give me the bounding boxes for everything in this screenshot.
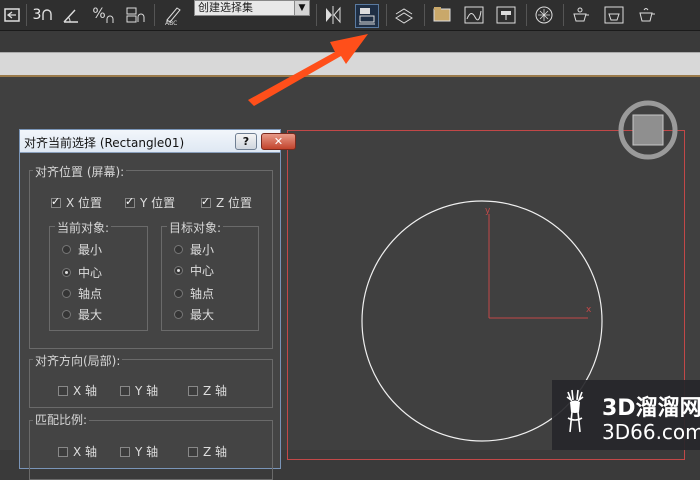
current-max-label: 最大 (78, 308, 103, 322)
scale-z-label: Z 轴 (203, 445, 228, 459)
dialog-title: 对齐当前选择 (Rectangle01) (24, 136, 185, 150)
target-pivot-radio[interactable]: 轴点 (174, 285, 214, 302)
deer-logo-icon (566, 389, 584, 433)
align-selection-dialog: 对齐当前选择 (Rectangle01) ? ✕ 对齐位置 (屏幕): X 位置… (19, 129, 296, 480)
orient-x-check[interactable] (58, 385, 68, 396)
spinner-snap-icon[interactable] (124, 4, 146, 26)
y-position-label: Y 位置 (140, 196, 176, 210)
current-min-radio[interactable]: 最小 (62, 241, 102, 258)
help-button[interactable]: ? (235, 133, 257, 150)
target-center-radio[interactable]: 中心 (174, 262, 214, 279)
rendered-frame-window-icon[interactable] (603, 4, 625, 26)
gizmo-x-label: x (586, 305, 592, 315)
current-min-dot[interactable] (62, 245, 71, 254)
current-pivot-radio[interactable]: 轴点 (62, 285, 102, 302)
chevron-down-icon[interactable]: ▼ (294, 1, 309, 15)
target-max-label: 最大 (190, 308, 215, 322)
target-min-dot[interactable] (174, 245, 183, 254)
target-object-label: 目标对象: (167, 219, 224, 236)
curve-editor-icon[interactable] (463, 4, 485, 26)
layer-manager-icon[interactable] (393, 4, 415, 26)
scale-z-checkbox[interactable]: Z 轴 (188, 443, 227, 460)
orient-z-check[interactable] (188, 385, 198, 396)
named-selection-set-dropdown[interactable]: 创建选择集 ▼ (194, 0, 310, 16)
scale-y-label: Y 轴 (135, 445, 159, 459)
current-center-dot[interactable] (62, 268, 71, 277)
scale-z-check[interactable] (188, 446, 198, 457)
y-position-check[interactable] (125, 195, 135, 208)
current-object-label: 当前对象: (55, 219, 112, 236)
watermark-subtitle: 3D66.com (602, 420, 700, 444)
current-pivot-label: 轴点 (78, 287, 103, 301)
target-center-label: 中心 (190, 264, 215, 278)
orient-y-check[interactable] (120, 385, 130, 396)
align-icon[interactable] (355, 4, 379, 28)
ribbon-strip (0, 52, 700, 77)
target-center-dot[interactable] (174, 266, 183, 275)
x-position-label: X 位置 (66, 196, 103, 210)
target-max-radio[interactable]: 最大 (174, 306, 214, 323)
current-min-label: 最小 (78, 243, 103, 257)
undo-icon[interactable] (2, 4, 24, 26)
target-min-label: 最小 (190, 243, 215, 257)
orient-z-label: Z 轴 (203, 384, 228, 398)
main-toolbar: 3 % ABC 创建选择集 ▼ (0, 0, 700, 31)
z-position-label: Z 位置 (216, 196, 253, 210)
snap-3d-icon (42, 9, 53, 20)
orient-x-label: X 轴 (73, 384, 98, 398)
render-setup-icon[interactable] (570, 4, 592, 26)
percent-snap-icon[interactable]: % (92, 4, 114, 26)
scale-x-check[interactable] (58, 446, 68, 457)
edit-named-selection-icon[interactable]: ABC (162, 4, 184, 27)
z-position-check[interactable] (201, 195, 211, 208)
snap-3d-label: 3 (32, 7, 42, 23)
match-scale-label: 匹配比例: (33, 411, 90, 428)
x-position-checkbox[interactable]: X 位置 (51, 194, 102, 211)
current-center-radio[interactable]: 中心 (62, 264, 102, 281)
render-production-icon[interactable] (636, 4, 658, 26)
current-max-dot[interactable] (62, 310, 71, 319)
orient-x-checkbox[interactable]: X 轴 (58, 382, 97, 399)
target-pivot-dot[interactable] (174, 289, 183, 298)
close-icon: ✕ (273, 135, 284, 148)
angle-snap-icon[interactable] (60, 4, 82, 26)
schematic-view-icon[interactable] (495, 4, 517, 26)
gizmo-y-label: y (485, 206, 491, 216)
current-pivot-dot[interactable] (62, 289, 71, 298)
scene-explorer-icon[interactable] (431, 4, 453, 26)
scale-x-checkbox[interactable]: X 轴 (58, 443, 97, 460)
mirror-icon[interactable] (322, 4, 344, 26)
material-editor-icon[interactable] (533, 4, 555, 26)
current-center-label: 中心 (78, 266, 103, 280)
target-min-radio[interactable]: 最小 (174, 241, 214, 258)
named-selection-set-value: 创建选择集 (198, 1, 253, 14)
snap-3d-button[interactable]: 3 (30, 4, 56, 26)
dialog-titlebar[interactable]: 对齐当前选择 (Rectangle01) ? ✕ (20, 130, 296, 153)
watermark: 3D溜溜网 3D66.com (552, 380, 700, 450)
current-max-radio[interactable]: 最大 (62, 306, 102, 323)
scale-x-label: X 轴 (73, 445, 98, 459)
z-position-checkbox[interactable]: Z 位置 (201, 194, 252, 211)
watermark-title: 3D溜溜网 (602, 396, 700, 421)
orient-y-checkbox[interactable]: Y 轴 (120, 382, 158, 399)
align-position-label: 对齐位置 (屏幕): (33, 163, 127, 180)
target-pivot-label: 轴点 (190, 287, 215, 301)
svg-text:ABC: ABC (165, 20, 177, 26)
orient-z-checkbox[interactable]: Z 轴 (188, 382, 227, 399)
scale-y-checkbox[interactable]: Y 轴 (120, 443, 158, 460)
orient-y-label: Y 轴 (135, 384, 159, 398)
close-button[interactable]: ✕ (261, 133, 296, 150)
x-position-check[interactable] (51, 195, 61, 208)
target-max-dot[interactable] (174, 310, 183, 319)
scale-y-check[interactable] (120, 446, 130, 457)
align-orientation-label: 对齐方向(局部): (33, 352, 123, 369)
y-position-checkbox[interactable]: Y 位置 (125, 194, 175, 211)
